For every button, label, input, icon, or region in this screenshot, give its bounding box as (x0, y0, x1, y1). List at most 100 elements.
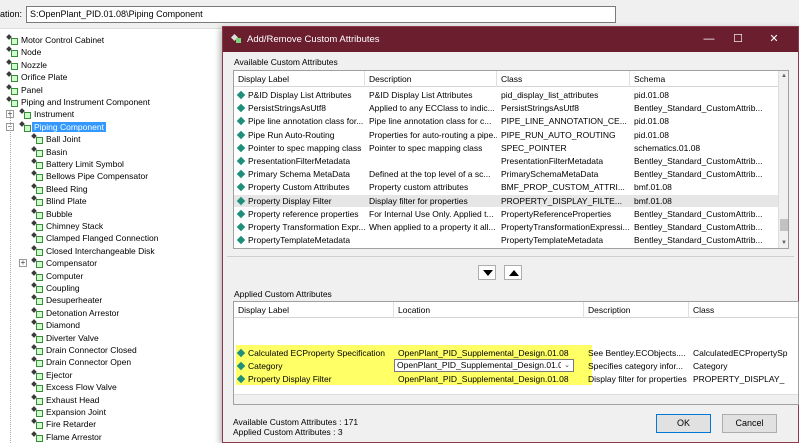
table-cell: Property Display Filter (234, 373, 394, 385)
column-header[interactable]: Display Label (234, 302, 394, 318)
tree-item[interactable]: Clamped Flanged Connection (31, 232, 160, 244)
minimize-button[interactable]: — (698, 31, 720, 48)
table-row[interactable]: Pipe Run Auto-Routing Properties for auto… (234, 129, 780, 141)
column-header[interactable]: Description (584, 302, 689, 318)
tree-item[interactable]: Desuperheater (31, 294, 104, 306)
table-row[interactable]: Pointer to spec mapping class Pointer to … (234, 142, 780, 154)
scroll-up-arrow-icon[interactable]: ▲ (779, 71, 788, 81)
tree-item[interactable]: Battery Limit Symbol (31, 158, 126, 170)
scroll-down-arrow-icon[interactable]: ▼ (779, 238, 788, 248)
table-row[interactable]: Primary Schema MetaData Defined at the to… (234, 168, 780, 180)
tree-item[interactable]: Coupling (31, 282, 82, 294)
attribute-icon (236, 348, 246, 358)
tree-item[interactable]: Ball Joint (31, 133, 83, 145)
tree-item[interactable]: Ejector (31, 369, 74, 381)
close-button[interactable]: ✕ (763, 31, 785, 48)
tree-item[interactable]: Detonation Arrestor (31, 307, 121, 319)
table-row[interactable]: PropertyTemplateMetadata PropertyTemplate… (234, 234, 780, 246)
applied-horizontal-scrollbar[interactable] (234, 394, 798, 404)
tree-item[interactable]: Piping and Instrument Component (6, 96, 152, 108)
tree-item[interactable]: Fire Retarder (31, 418, 98, 430)
table-row[interactable]: Property Display Filter Display filter fo… (234, 194, 780, 207)
tree-item[interactable]: Diverter Valve (31, 332, 101, 344)
tree-item[interactable]: Drain Connector Closed (31, 344, 139, 356)
chevron-down-icon[interactable]: ⌄ (561, 359, 573, 371)
table-cell: See Bentley.ECObjects.... (588, 348, 686, 358)
table-row[interactable]: Category OpenPlant_PID_Supplemental_Desig… (234, 358, 798, 372)
available-vertical-scrollbar[interactable]: ▲ ▼ (778, 71, 788, 248)
column-header[interactable]: Schema (630, 71, 780, 87)
location-field[interactable]: S:OpenPlant_PID.01.08\Piping Component (26, 6, 616, 23)
tree-item[interactable]: Piping Component (19, 121, 106, 133)
class-node-icon (31, 158, 43, 169)
tree-item-label: Basin (46, 146, 68, 157)
class-node-icon (31, 332, 43, 343)
tree-item-label: Panel (21, 84, 43, 95)
pane-splitter[interactable] (227, 256, 794, 257)
tree-item[interactable]: Excess Flow Valve (31, 381, 119, 393)
tree-item[interactable]: Drain Connector Open (31, 356, 133, 368)
table-row[interactable]: PresentationFilterMetadata PresentationFi… (234, 155, 780, 167)
tree-item[interactable]: Compensator (31, 257, 99, 269)
tree-item[interactable]: Bubble (31, 208, 74, 220)
tree-item-label: Piping and Instrument Component (21, 97, 150, 107)
table-row[interactable]: Pipe line annotation class for... Pipe li… (234, 115, 780, 127)
dialog-titlebar[interactable]: Add/Remove Custom Attributes — ☐ ✕ (223, 27, 798, 52)
table-row[interactable]: Property Display Filter OpenPlant_PID_Sup… (234, 373, 798, 385)
tree-item[interactable]: Chimney Stack (31, 220, 105, 232)
table-row[interactable]: P&ID Display List Attributes P&ID Display… (234, 89, 780, 101)
table-row[interactable]: PersistStringsAsUtf8 Applied to any ECCla… (234, 102, 780, 114)
column-header[interactable]: Location (394, 302, 584, 318)
ok-button[interactable]: OK (656, 414, 711, 433)
table-cell: Category (693, 360, 728, 371)
tree-item-label: Nozzle (21, 59, 47, 70)
class-node-icon (31, 232, 43, 244)
move-up-button[interactable] (504, 265, 522, 280)
tree-item[interactable]: Computer (31, 270, 85, 282)
tree-item[interactable]: Orifice Plate (6, 71, 69, 83)
table-row[interactable]: Property reference properties For Interna… (234, 208, 780, 220)
location-dropdown[interactable]: OpenPlant_PID_Supplemental_Design.01.0 ⌄ (394, 358, 574, 372)
attribute-icon (236, 117, 246, 126)
column-header[interactable]: Description (365, 71, 497, 87)
tree-item[interactable]: Exhaust Head (31, 394, 101, 406)
column-header[interactable]: Class (689, 302, 798, 318)
tree-item[interactable]: Bellows Pipe Compensator (31, 170, 150, 182)
class-tree: Motor Control Cabinet Node Nozzle Orifice P… (0, 31, 230, 443)
table-row[interactable]: Property Custom Attributes Property custo… (234, 181, 780, 193)
table-cell: PresentationFilterMetadata (501, 156, 604, 166)
tree-item[interactable]: Blind Plate (31, 195, 89, 207)
table-cell: P&ID Display List Attributes (234, 89, 365, 101)
column-header[interactable]: Class (497, 71, 630, 87)
class-node-icon (6, 84, 18, 95)
attribute-icon (236, 103, 246, 113)
tree-item[interactable]: Flame Arrestor (31, 431, 104, 443)
tree-item[interactable]: Instrument (19, 108, 76, 120)
move-down-button[interactable] (478, 265, 496, 280)
tree-item[interactable]: Panel (6, 84, 45, 96)
tree-item[interactable]: Nozzle (6, 59, 49, 71)
tree-item-label: Compensator (46, 258, 98, 269)
column-header[interactable]: Display Label (234, 71, 365, 87)
table-cell: Specifies category infor... (588, 360, 683, 371)
tree-item[interactable]: Basin (31, 146, 69, 158)
tree-item[interactable]: Closed Interchangeable Disk (31, 245, 157, 257)
maximize-button[interactable]: ☐ (727, 31, 749, 48)
tree-item[interactable]: Node (6, 46, 43, 58)
tree-item-label: Ball Joint (46, 134, 81, 145)
tree-item[interactable]: Motor Control Cabinet (6, 34, 106, 46)
class-node-icon (31, 170, 43, 182)
table-row[interactable]: Calculated ECProperty Specification OpenP… (234, 347, 798, 359)
attribute-icon (236, 156, 246, 166)
class-node-icon (31, 208, 43, 219)
table-cell: PropertyTemplateMetadata (234, 234, 365, 246)
tree-item[interactable]: Diamond (31, 319, 82, 331)
expand-toggle-icon[interactable]: + (19, 259, 27, 268)
scrollbar-thumb[interactable] (780, 219, 788, 231)
table-row[interactable]: Property Transformation Expr... When appl… (234, 221, 780, 233)
tree-item[interactable]: Bleed Ring (31, 183, 90, 195)
tree-item-label: Computer (46, 270, 84, 281)
cancel-button[interactable]: Cancel (722, 414, 777, 433)
tree-item[interactable]: Expansion Joint (31, 406, 108, 418)
attribute-icon (236, 130, 246, 139)
